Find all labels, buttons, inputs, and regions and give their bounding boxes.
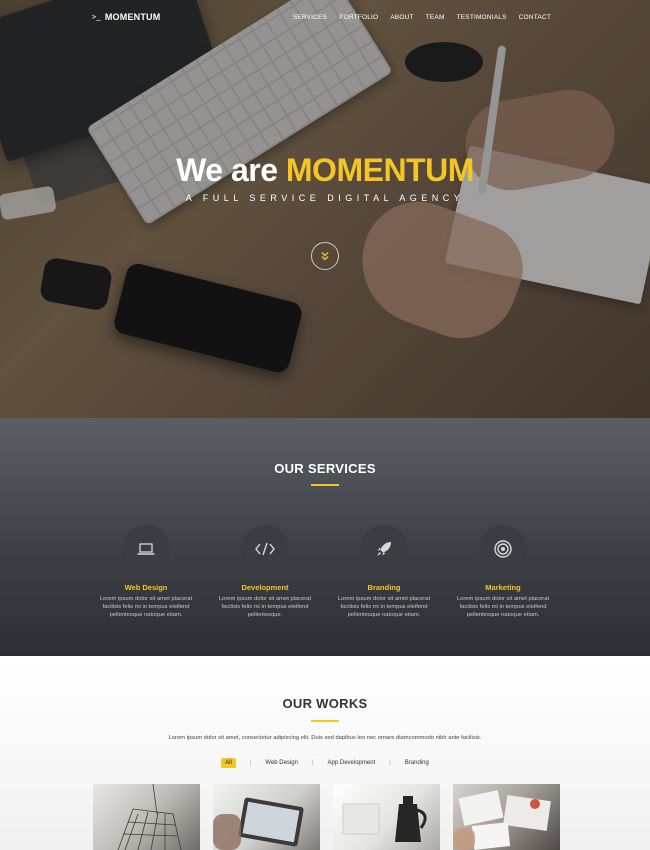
service-name: Marketing [485,583,521,592]
filter-separator: | [249,760,252,766]
top-navbar: >_ MOMENTUM SERVICES PORTFOLIO ABOUT TEA… [0,0,650,36]
services-title-underline [311,484,339,486]
service-icon-circle [122,525,170,573]
headline-prefix: We are [176,152,286,188]
service-description: Lorem ipsum dolor sit amet placerat faci… [337,596,431,618]
service-card-development: Development Lorem ipsum dolor sit amet p… [210,525,320,619]
terminal-prompt-icon: >_ [92,13,101,21]
brand-logo[interactable]: >_ MOMENTUM [92,12,160,22]
chevron-double-down-icon [321,252,329,261]
service-icon-circle [479,525,527,573]
service-description: Lorem ipsum dolor sit amet placerat faci… [99,596,193,618]
nav-item-services[interactable]: SERVICES [293,14,327,21]
services-title-light: OUR [274,461,308,476]
nav-item-portfolio[interactable]: PORTFOLIO [339,14,378,21]
tablet-image [213,797,304,850]
works-title-light: OUR [282,696,317,711]
design-papers-image [453,790,551,850]
works-filter-bar: All | Web Design | App Development | Bra… [0,758,650,768]
service-card-marketing: Marketing Lorem ipsum dolor sit amet pla… [448,525,558,619]
nav-item-contact[interactable]: CONTACT [519,14,551,21]
services-title-bold: SERVICES [307,461,376,476]
code-icon [255,542,275,556]
filter-separator: | [389,760,391,766]
service-name: Development [241,583,289,592]
services-section: OUR SERVICES Web Design Lorem ipsum dolo… [0,418,650,656]
service-icon-circle [360,525,408,573]
works-title-underline [311,720,339,722]
works-section: OUR WORKS Lorem ipsum dolor sit amet, co… [0,656,650,850]
coffee-maker-image [342,796,427,842]
filter-app-development[interactable]: App Development [328,760,376,766]
filter-branding[interactable]: Branding [405,760,429,766]
rocket-icon [377,542,391,556]
scroll-down-button[interactable] [311,242,339,270]
headline-accent: MOMENTUM [285,152,474,188]
service-name: Branding [367,583,401,592]
service-icon-circle [241,525,289,573]
work-thumbnail[interactable] [333,784,440,850]
target-icon [494,540,512,558]
hero-section: >_ MOMENTUM SERVICES PORTFOLIO ABOUT TEA… [0,0,650,418]
filter-separator: | [311,760,314,766]
wire-basket-image [117,784,182,850]
hero-overlay [0,0,650,418]
works-title: OUR WORKS [0,696,650,711]
filter-all[interactable]: All [221,758,236,768]
works-gallery [93,784,560,850]
works-title-bold: WORKS [316,696,368,711]
work-thumbnail[interactable] [93,784,200,850]
filter-web-design[interactable]: Web Design [265,760,298,766]
nav-menu: SERVICES PORTFOLIO ABOUT TEAM TESTIMONIA… [293,14,551,21]
nav-item-testimonials[interactable]: TESTIMONIALS [457,14,507,21]
service-card-web-design: Web Design Lorem ipsum dolor sit amet pl… [91,525,201,619]
works-intro: Lorem ipsum dolor sit amet, consectetur … [168,735,482,741]
hero-headline: We are MOMENTUM [0,152,650,189]
work-thumbnail[interactable] [213,784,320,850]
service-description: Lorem ipsum dolor sit amet placerat faci… [456,596,550,618]
nav-item-team[interactable]: TEAM [426,14,445,21]
service-card-branding: Branding Lorem ipsum dolor sit amet plac… [329,525,439,619]
service-description: Lorem ipsum dolor sit amet placerat faci… [218,596,312,618]
nav-item-about[interactable]: ABOUT [390,14,413,21]
service-name: Web Design [124,583,168,592]
hero-tagline: A FULL SERVICE DIGITAL AGENCY [185,193,465,203]
laptop-icon [137,543,155,555]
work-thumbnail[interactable] [453,784,560,850]
services-title: OUR SERVICES [0,461,650,476]
brand-name: MOMENTUM [104,12,161,22]
